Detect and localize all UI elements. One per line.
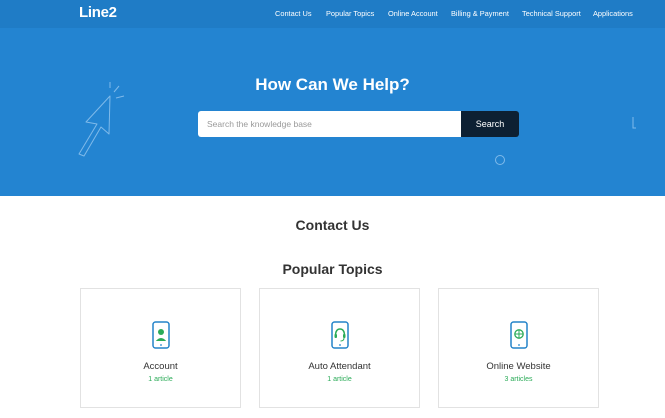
search-button[interactable]: Search: [461, 111, 519, 137]
card-article-count: 1 article: [148, 376, 173, 383]
line-decoration-icon: [632, 117, 636, 129]
topic-card-account[interactable]: Account 1 article: [80, 288, 241, 408]
nav-applications[interactable]: Applications: [593, 9, 633, 18]
logo[interactable]: Line2: [79, 4, 117, 21]
card-title: Auto Attendant: [308, 361, 371, 372]
contact-us-heading[interactable]: Contact Us: [0, 217, 665, 233]
hero-banner: How Can We Help? Search: [0, 28, 665, 196]
hero-title: How Can We Help?: [255, 75, 410, 94]
search-input[interactable]: [198, 111, 461, 137]
nav-billing-payment[interactable]: Billing & Payment: [451, 9, 509, 18]
popular-topics-heading: Popular Topics: [282, 261, 383, 277]
phone-headset-icon: [331, 321, 349, 349]
topic-card-auto-attendant[interactable]: Auto Attendant 1 article: [259, 288, 420, 408]
card-article-count: 3 articles: [504, 376, 533, 383]
nav-technical-support[interactable]: Technical Support: [522, 9, 581, 18]
phone-globe-icon: [510, 321, 528, 349]
card-title: Account: [143, 361, 178, 372]
top-navigation-bar: Line2 Contact Us Popular Topics Online A…: [0, 0, 665, 28]
card-article-count: 1 article: [327, 376, 352, 383]
nav-contact-us[interactable]: Contact Us: [275, 9, 312, 18]
card-title: Online Website: [486, 361, 551, 372]
topic-card-online-website[interactable]: Online Website 3 articles: [438, 288, 599, 408]
nav-popular-topics[interactable]: Popular Topics: [326, 9, 374, 18]
phone-user-icon: [152, 321, 170, 349]
circle-decoration-icon: [495, 155, 505, 165]
nav-online-account[interactable]: Online Account: [388, 9, 438, 18]
